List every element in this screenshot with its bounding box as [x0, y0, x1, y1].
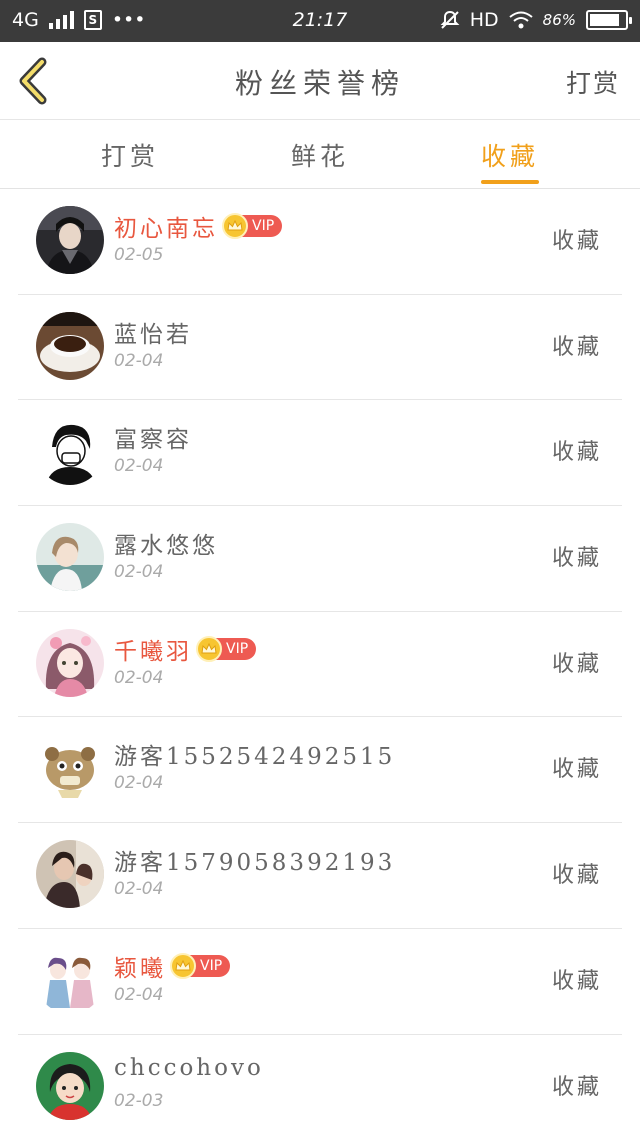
fan-list-item[interactable]: 游客1552542492515 02-04 收藏 — [18, 717, 622, 824]
status-bar: 4G S ••• 21:17 HD 86% — [0, 0, 640, 42]
battery-fill — [590, 14, 620, 26]
name-line: 游客1579058392193 — [114, 843, 395, 877]
fan-list-item[interactable]: 千曦羽 VIP 02-04 收藏 — [18, 612, 622, 718]
fan-list-item[interactable]: chccohovo 02-03 收藏 — [18, 1035, 622, 1138]
fan-name: 蓝怡若 — [114, 321, 192, 348]
fan-name: 露水悠悠 — [114, 533, 218, 560]
avatar[interactable] — [36, 206, 104, 274]
crown-icon — [170, 952, 196, 979]
favorite-label: 收藏 — [551, 229, 602, 254]
app-header: 粉丝荣誉榜 打赏 — [0, 42, 640, 120]
favorite-label: 收藏 — [551, 334, 602, 360]
crown-icon — [222, 213, 248, 239]
fan-name: 颖曦 — [114, 955, 166, 982]
vip-badge: VIP — [196, 635, 257, 662]
vip-badge: VIP — [170, 952, 231, 979]
avatar[interactable] — [36, 945, 104, 1014]
name-line: 颖曦 VIP — [114, 949, 231, 983]
fan-date: 02-04 — [114, 773, 164, 794]
favorite-label: 收藏 — [551, 546, 602, 572]
fan-date: 02-04 — [114, 562, 164, 583]
name-line: 千曦羽 VIP — [114, 632, 257, 666]
fan-list: 初心南忘 VIP 02-05 收藏 蓝怡若 02-04 收藏 富察容 02-04 收藏 露水悠悠 02… — [18, 189, 622, 1138]
fan-list-item[interactable]: 颖曦 VIP 02-04 收藏 — [18, 929, 622, 1035]
tab-favorites[interactable]: 收藏 — [450, 137, 570, 173]
favorite-label: 收藏 — [551, 968, 602, 994]
active-tab-indicator — [481, 180, 539, 184]
favorite-label: 收藏 — [551, 863, 602, 889]
vip-label: VIP — [200, 957, 223, 974]
avatar[interactable] — [36, 417, 104, 486]
fan-date: 02-04 — [114, 667, 164, 688]
avatar[interactable] — [36, 1051, 104, 1120]
fan-list-item[interactable]: 初心南忘 VIP 02-05 收藏 — [18, 189, 622, 295]
hd-label: HD — [469, 9, 499, 31]
wifi-icon — [509, 11, 533, 29]
avatar[interactable] — [36, 840, 104, 909]
avatar[interactable] — [36, 523, 104, 592]
favorite-label: 收藏 — [551, 651, 602, 677]
fan-name: 游客1579058392193 — [114, 850, 396, 877]
fan-date: 02-04 — [114, 456, 164, 477]
fan-name: 富察容 — [114, 427, 192, 454]
reward-button[interactable]: 打赏 — [566, 64, 620, 100]
crown-icon — [196, 635, 222, 662]
fan-date: 02-04 — [114, 984, 164, 1005]
fan-name: 游客1552542492515 — [114, 744, 396, 771]
name-line: 露水悠悠 — [114, 526, 218, 560]
favorite-label: 收藏 — [551, 440, 602, 466]
avatar[interactable] — [36, 734, 104, 803]
name-line: 富察容 — [114, 420, 192, 454]
fan-name: 初心南忘 — [114, 216, 218, 242]
fan-list-item[interactable]: 蓝怡若 02-04 收藏 — [18, 295, 622, 401]
name-line: chccohovo — [114, 1055, 264, 1081]
avatar[interactable] — [36, 628, 104, 697]
fan-list-item[interactable]: 露水悠悠 02-04 收藏 — [18, 506, 622, 612]
fan-date: 02-04 — [114, 879, 164, 900]
fan-list-item[interactable]: 游客1579058392193 02-04 收藏 — [18, 823, 622, 929]
mute-bell-icon — [440, 10, 460, 29]
tab-reward[interactable]: 打赏 — [70, 137, 190, 173]
avatar[interactable] — [36, 311, 104, 380]
fan-list-item[interactable]: 富察容 02-04 收藏 — [18, 400, 622, 507]
tab-flowers[interactable]: 鲜花 — [260, 137, 380, 173]
name-line: 初心南忘 VIP — [114, 209, 283, 243]
vip-label: VIP — [226, 640, 249, 657]
favorite-label: 收藏 — [551, 1074, 602, 1100]
page-title: 粉丝荣誉榜 — [234, 67, 405, 100]
fan-date: 02-05 — [114, 245, 164, 265]
fan-date: 02-04 — [114, 350, 164, 371]
name-line: 游客1552542492515 — [114, 737, 395, 771]
vip-label: VIP — [252, 218, 275, 234]
tab-bar: 打赏 鲜花 收藏 — [0, 121, 640, 189]
fan-name: 千曦羽 — [114, 638, 192, 665]
battery-icon — [586, 10, 632, 30]
fan-date: 02-03 — [114, 1090, 164, 1111]
battery-percent: 86% — [542, 11, 576, 29]
fan-name: chccohovo — [114, 1054, 264, 1081]
name-line: 蓝怡若 — [114, 315, 192, 349]
vip-badge: VIP — [222, 213, 283, 239]
favorite-label: 收藏 — [551, 757, 602, 783]
